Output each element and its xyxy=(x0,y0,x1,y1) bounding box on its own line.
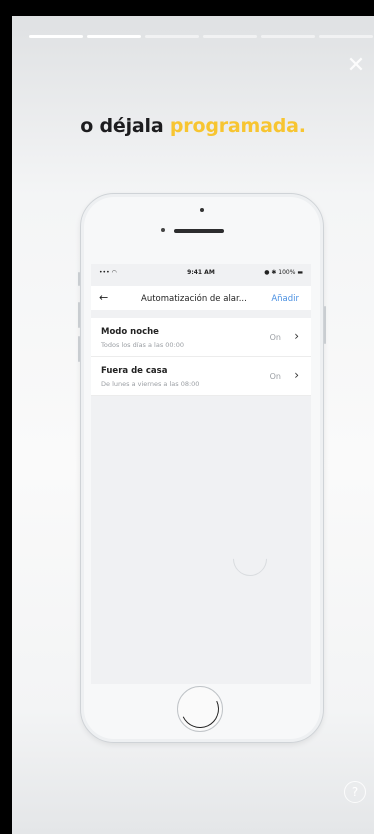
progress-segment xyxy=(29,35,83,38)
headline: o déjala programada. xyxy=(12,115,374,137)
headline-part-2: programada. xyxy=(169,115,306,137)
top-black-bar xyxy=(0,0,374,16)
progress-segment xyxy=(261,35,315,38)
status-bar: ••• ◠ 9:41 AM ● ✱ 100% ▬ xyxy=(91,264,311,282)
automation-list: Modo noche Todos los días a las 00:00 On… xyxy=(91,318,311,396)
phone-volume-up xyxy=(78,302,80,328)
phone-volume-down xyxy=(78,336,80,362)
item-title: Fuera de casa xyxy=(101,366,168,376)
progress-segment xyxy=(203,35,257,38)
add-button[interactable]: Añadir xyxy=(271,294,299,304)
item-state: On xyxy=(269,333,281,342)
back-arrow-icon[interactable]: ← xyxy=(99,291,108,304)
item-state: On xyxy=(269,372,281,381)
phone-mute-switch xyxy=(78,272,80,286)
close-icon[interactable]: ✕ xyxy=(346,55,366,77)
nav-title: Automatización de alar... xyxy=(141,294,247,304)
phone-power-button xyxy=(324,306,326,344)
item-subtitle: Todos los días a las 00:00 xyxy=(101,341,185,349)
headline-part-1: o déjala xyxy=(80,115,164,137)
phone-screen: ••• ◠ 9:41 AM ● ✱ 100% ▬ ← Automatizació… xyxy=(91,264,311,684)
loading-spinner-icon xyxy=(225,534,275,584)
progress-segment xyxy=(145,35,199,38)
chevron-right-icon: › xyxy=(294,368,299,382)
list-item[interactable]: Modo noche Todos los días a las 00:00 On… xyxy=(91,318,311,357)
nav-bar: ← Automatización de alar... Añadir xyxy=(91,286,311,310)
item-title: Modo noche xyxy=(101,327,159,337)
progress-segment xyxy=(87,35,141,38)
battery-icon: ● ✱ 100% ▬ xyxy=(264,269,303,276)
progress-segment xyxy=(319,35,373,38)
story-progress xyxy=(29,35,373,38)
story-view: ✕ o déjala programada. ••• ◠ 9:41 AM ● ✱… xyxy=(12,16,374,834)
list-item[interactable]: Fuera de casa De lunes a viernes a las 0… xyxy=(91,357,311,396)
phone-mockup: ••• ◠ 9:41 AM ● ✱ 100% ▬ ← Automatizació… xyxy=(78,193,326,743)
phone-camera xyxy=(161,228,165,232)
phone-speaker xyxy=(174,229,224,233)
phone-sensor xyxy=(200,208,204,212)
item-subtitle: De lunes a viernes a las 08:00 xyxy=(101,380,200,388)
help-icon[interactable]: ? xyxy=(344,781,366,803)
chevron-right-icon: › xyxy=(294,329,299,343)
